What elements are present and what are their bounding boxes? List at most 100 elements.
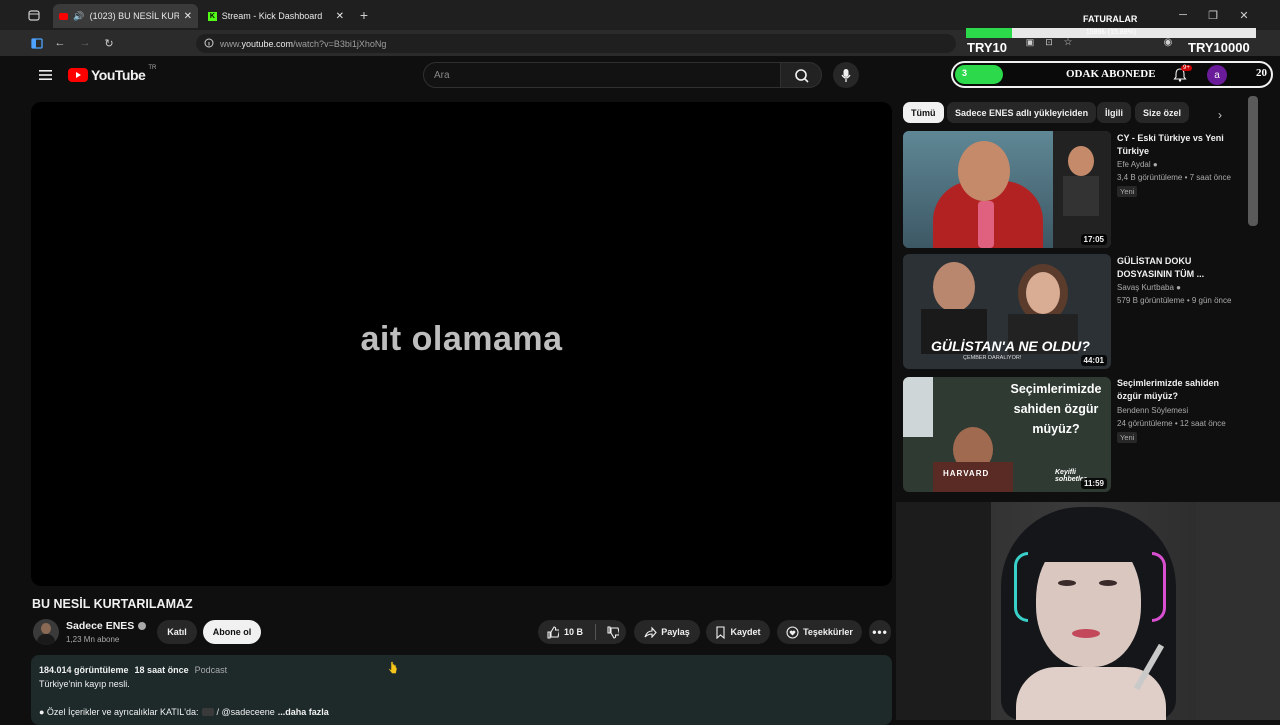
chip-related[interactable]: İlgili: [1097, 102, 1131, 123]
new-tab-button[interactable]: +: [356, 7, 372, 23]
rec-duration-3: 11:59: [1080, 478, 1107, 489]
voice-search-button[interactable]: [833, 62, 859, 88]
more-actions-button[interactable]: •••: [869, 620, 891, 644]
save-label: Kaydet: [730, 627, 761, 637]
menu-icon[interactable]: [37, 68, 53, 82]
tab-youtube[interactable]: 🔊 (1023) BU NESİL KURTARIL ✕: [53, 4, 198, 28]
minimize-icon[interactable]: ─: [1176, 8, 1190, 22]
goal-progress-bar: 1589₺ (15.89%): [966, 28, 1256, 38]
rec-channel-3[interactable]: Bendenn Söylemesi: [1117, 406, 1188, 415]
goal-progress-text: 1589₺ (15.89%): [1085, 29, 1137, 36]
verified-icon: ●: [1152, 160, 1158, 169]
like-button[interactable]: 10 B: [546, 625, 584, 639]
video-player[interactable]: ait olamama: [31, 102, 892, 586]
country-code: TR: [148, 65, 157, 71]
youtube-logo[interactable]: YouTube TR: [68, 65, 157, 83]
bookmark-icon: [716, 625, 726, 639]
rec-duration-2: 44:01: [1080, 355, 1107, 366]
chip-for-you[interactable]: Size özel: [1135, 102, 1190, 123]
reload-icon[interactable]: ↻: [102, 36, 116, 50]
speaker-icon[interactable]: 🔊: [73, 11, 84, 22]
rec-channel-name: Efe Aydal: [1117, 160, 1151, 169]
chip-all[interactable]: Tümü: [903, 102, 944, 123]
close-window-icon[interactable]: ✕: [1237, 8, 1251, 22]
rec-meta-1: 3,4 B görüntüleme • 7 saat önce: [1117, 173, 1231, 182]
rec-title-2[interactable]: GÜLİSTAN DOKU DOSYASININ TÜM ...: [1117, 255, 1242, 281]
youtube-logo-text: YouTube: [91, 67, 146, 83]
rec-title-1[interactable]: CY - Eski Türkiye vs Yeni Türkiye: [1117, 132, 1242, 158]
share-icon: [644, 626, 657, 638]
youtube-favicon-icon: [59, 12, 69, 20]
description-line-1: Türkiye'nin kayıp nesli.: [39, 679, 130, 689]
tab-label: Stream - Kick Dashboard: [221, 11, 323, 21]
notifications-button[interactable]: 9+: [1173, 65, 1192, 87]
back-icon[interactable]: ←: [53, 36, 67, 50]
tab-actions-icon[interactable]: [26, 8, 42, 22]
rec-channel-1[interactable]: Efe Aydal ●: [1117, 160, 1158, 169]
tab-label: (1023) BU NESİL KURTARIL: [89, 11, 179, 21]
rec-thumb-subtext-2: ÇEMBER DARALIYOR!: [963, 355, 1022, 361]
save-button[interactable]: Kaydet: [706, 620, 770, 644]
view-count: 184.014 görüntüleme: [39, 665, 129, 675]
search-icon: [795, 69, 809, 83]
channel-name[interactable]: Sadece ENES: [66, 620, 134, 632]
show-more-link[interactable]: ...daha fazla: [278, 705, 329, 719]
restore-icon[interactable]: ❐: [1206, 8, 1220, 22]
rec-thumbnail-3[interactable]: HARVARD Seçimlerimizde sahiden özgür müy…: [903, 377, 1111, 492]
sidebar-toggle-icon[interactable]: [30, 36, 44, 50]
goal-title: FATURALAR: [1083, 14, 1138, 24]
rec-thumb-text-2: GÜLİSTAN'A NE OLDU?: [931, 338, 1090, 354]
youtube-play-icon: [68, 68, 88, 82]
tab-kick[interactable]: K Stream - Kick Dashboard ✕: [202, 4, 350, 28]
thumbs-up-icon: [547, 625, 559, 639]
chevron-right-icon[interactable]: ›: [1212, 107, 1228, 123]
rec-new-badge-1: Yeni: [1117, 186, 1138, 197]
rec-duration-1: 17:05: [1080, 234, 1107, 245]
subscribe-button[interactable]: Abone ol: [203, 620, 261, 644]
search-button[interactable]: [780, 62, 822, 88]
channel-avatar[interactable]: [33, 619, 59, 645]
verified-icon: ●: [1176, 283, 1182, 292]
thanks-button[interactable]: Teşekkürler: [777, 620, 862, 644]
rec-channel-2[interactable]: Savaş Kurtbaba ●: [1117, 283, 1181, 292]
address-bar[interactable]: www. youtube.com/watch?v=B3bi1jXhoNg: [196, 34, 956, 53]
description-line-2: ● Özel İçerikler ve ayrıcalıklar KATIL'd…: [39, 705, 884, 719]
site-info-icon[interactable]: [204, 38, 214, 50]
join-button[interactable]: Katıl: [157, 620, 197, 644]
rec-title-3[interactable]: Seçimlerimizde sahiden özgür müyüz?: [1117, 377, 1242, 403]
video-description[interactable]: 184.014 görüntüleme 18 saat önce Podcast…: [31, 655, 892, 725]
sidebar-scrollbar[interactable]: [1248, 96, 1258, 226]
tab-close-icon[interactable]: ✕: [184, 11, 192, 22]
rec-new-badge-3: Yeni: [1117, 432, 1138, 443]
rec-thumb-shirt-3: HARVARD: [943, 469, 990, 478]
share-label: Paylaş: [661, 627, 690, 637]
share-button[interactable]: Paylaş: [634, 620, 700, 644]
account-avatar[interactable]: a: [1207, 65, 1227, 85]
video-caption: ait olamama: [360, 319, 563, 358]
search-input[interactable]: Ara: [423, 62, 781, 88]
rec-thumbnail-1[interactable]: 17:05: [903, 131, 1111, 248]
thumbs-down-icon: [607, 625, 620, 639]
rec-thumbnail-2[interactable]: GÜLİSTAN'A NE OLDU? ÇEMBER DARALIYOR! 44…: [903, 254, 1111, 369]
subscriber-goal-target: 20: [1256, 67, 1267, 79]
upload-age: 18 saat önce: [134, 665, 189, 675]
tab-close-icon[interactable]: ✕: [336, 11, 344, 22]
url-domain: youtube.com: [241, 38, 294, 49]
channel-handle-link[interactable]: / @sadeceene: [217, 705, 275, 719]
hashtag-link[interactable]: Podcast: [195, 663, 228, 677]
mouse-cursor-icon: [388, 661, 398, 674]
kick-favicon-icon: K: [208, 11, 217, 21]
dislike-button[interactable]: [606, 625, 620, 639]
verified-icon: [138, 622, 147, 630]
channel-name-row[interactable]: Sadece ENES: [66, 620, 147, 632]
url-path: /watch?v=B3bi1jXhoNg: [293, 38, 387, 49]
microphone-icon: [841, 69, 851, 82]
description-text: ● Özel İçerikler ve ayrıcalıklar KATIL'd…: [39, 707, 199, 717]
thanks-label: Teşekkürler: [803, 627, 853, 637]
url-prefix: www.: [220, 38, 242, 49]
like-count: 10 B: [564, 627, 584, 637]
description-meta: 184.014 görüntüleme 18 saat önce Podcast: [39, 663, 884, 677]
chip-from-uploader[interactable]: Sadece ENES adlı yükleyiciden: [947, 102, 1097, 123]
forward-icon[interactable]: →: [78, 36, 92, 50]
subscriber-goal-current: 3: [962, 68, 968, 78]
